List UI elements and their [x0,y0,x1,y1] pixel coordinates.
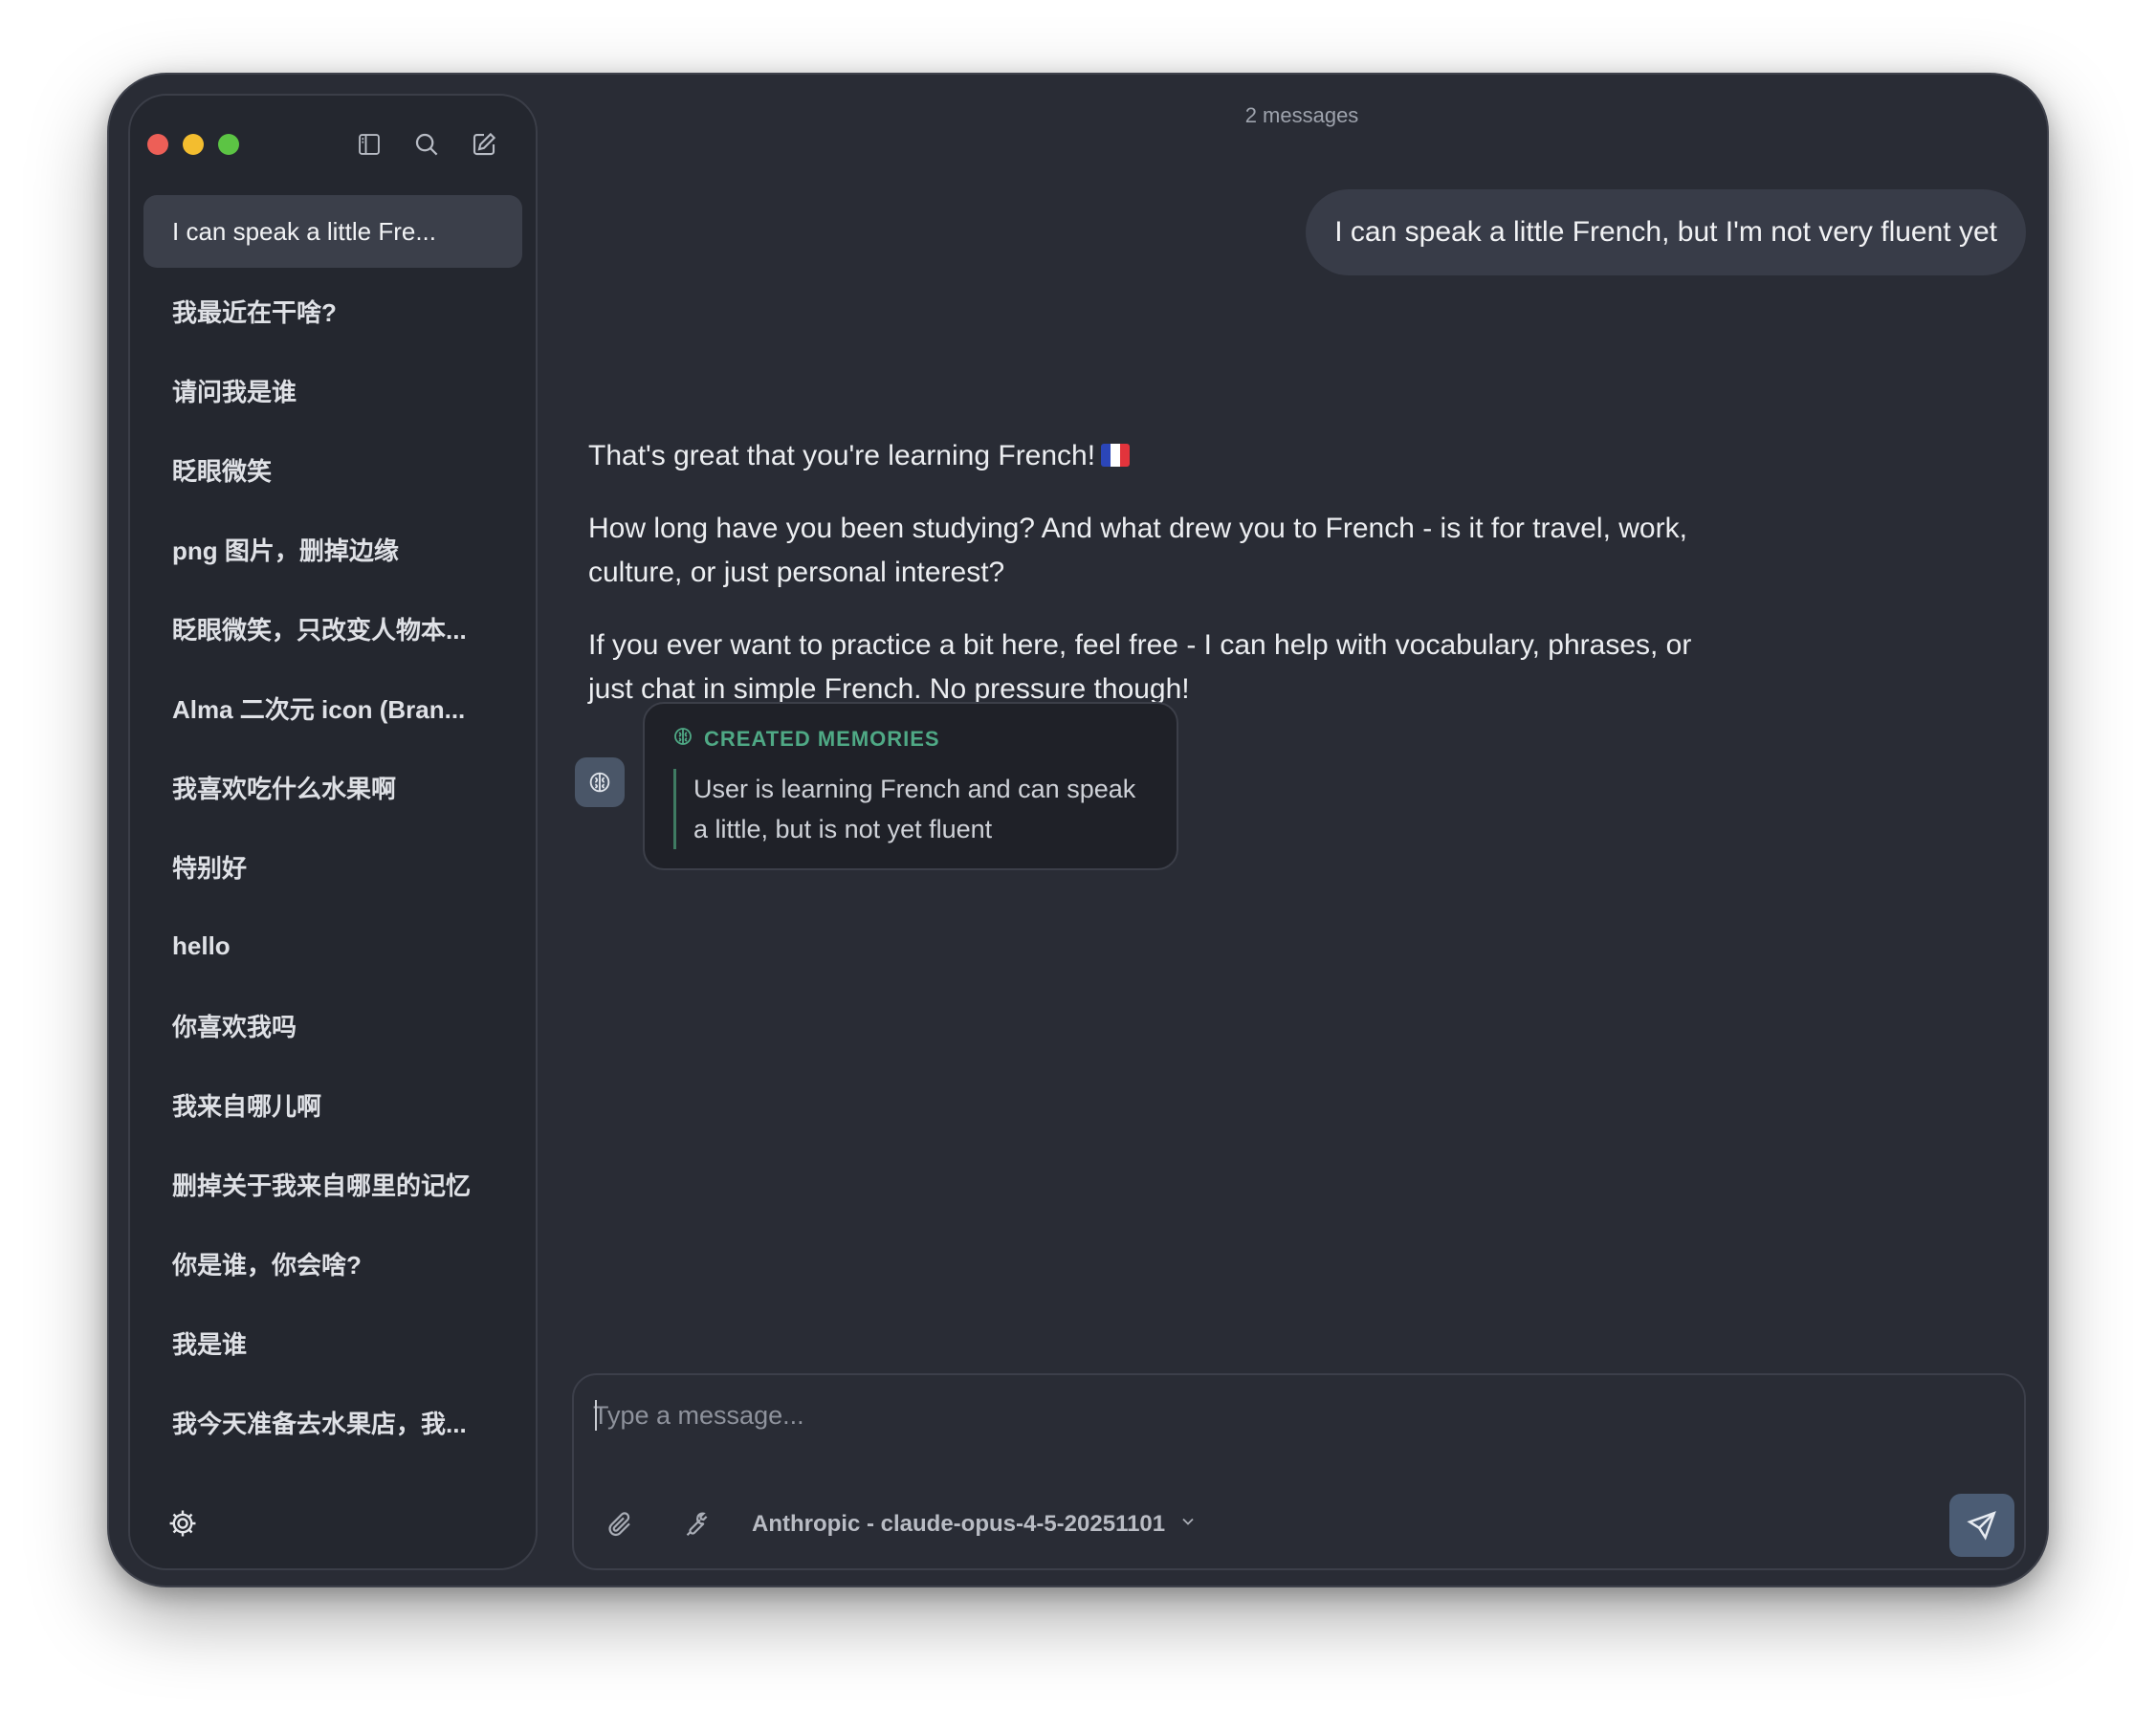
model-selector[interactable]: Anthropic - claude-opus-4-5-20251101 [752,1511,1198,1538]
chat-item[interactable]: 我是谁 [143,1306,522,1379]
minimize-window-button[interactable] [183,134,204,155]
assistant-paragraph: If you ever want to practice a bit here,… [588,629,1692,705]
wrench-icon[interactable] [677,1507,712,1542]
send-icon [1967,1511,1996,1541]
app-window: I can speak a little Fre... 我最近在干啥? 请问我是… [107,73,2049,1587]
chat-list: I can speak a little Fre... 我最近在干啥? 请问我是… [143,195,522,1465]
chat-item[interactable]: 我喜欢吃什么水果啊 [143,751,522,823]
search-icon[interactable] [410,128,443,161]
chat-item[interactable]: 我来自哪儿啊 [143,1068,522,1141]
model-name: Anthropic - claude-opus-4-5-20251101 [752,1511,1166,1537]
chat-item[interactable]: I can speak a little Fre... [143,195,522,268]
new-chat-icon[interactable] [468,128,500,161]
paperclip-icon[interactable] [603,1507,637,1542]
chat-item[interactable]: 你喜欢我吗 [143,989,522,1061]
window-controls [147,134,239,155]
gear-icon[interactable] [166,1507,199,1540]
chat-item[interactable]: 特别好 [143,830,522,903]
brain-icon [671,725,694,754]
assistant-paragraph: How long have you been studying? And wha… [588,513,1687,588]
composer: Anthropic - claude-opus-4-5-20251101 [572,1373,2026,1570]
sidebar-toggle-icon[interactable] [353,128,385,161]
chat-item[interactable]: Alma 二次元 icon (Bran... [143,671,522,744]
text-caret [595,1400,597,1431]
memory-title: CREATED MEMORIES [671,725,1150,754]
assistant-message: That's great that you're learning French… [588,434,1736,740]
chat-item[interactable]: png 图片，删掉边缘 [143,513,522,585]
memory-text: User is learning French and can speak a … [673,769,1150,849]
close-window-button[interactable] [147,134,168,155]
message-count: 2 messages [1244,103,1359,127]
sidebar: I can speak a little Fre... 我最近在干啥? 请问我是… [128,94,538,1570]
assistant-paragraph: That's great that you're learning French… [588,434,1736,478]
chevron-down-icon [1178,1511,1198,1538]
chat-item[interactable]: 我今天准备去水果店，我... [143,1386,522,1458]
chat-item[interactable]: 我最近在干啥? [143,274,522,347]
chat-item[interactable]: 眨眼微笑，只改变人物本... [143,592,522,665]
send-button[interactable] [1949,1494,2014,1557]
memory-toggle-button[interactable] [575,757,625,807]
france-flag-icon [1101,444,1131,467]
chat-item[interactable]: hello [143,909,522,982]
chat-item[interactable]: 你是谁，你会啥? [143,1227,522,1300]
sidebar-toolbar [353,128,500,161]
chat-item[interactable]: 请问我是谁 [143,354,522,427]
memory-card: CREATED MEMORIES User is learning French… [643,702,1178,870]
chat-item[interactable]: 眨眼微笑 [143,433,522,506]
message-input[interactable] [593,1396,1932,1434]
user-message: I can speak a little French, but I'm not… [1306,189,2026,275]
composer-toolbar: Anthropic - claude-opus-4-5-20251101 [603,1507,1198,1542]
chat-panel: 2 messages I can speak a little French, … [557,75,2047,1586]
maximize-window-button[interactable] [218,134,239,155]
chat-item[interactable]: 删掉关于我来自哪里的记忆 [143,1148,522,1220]
